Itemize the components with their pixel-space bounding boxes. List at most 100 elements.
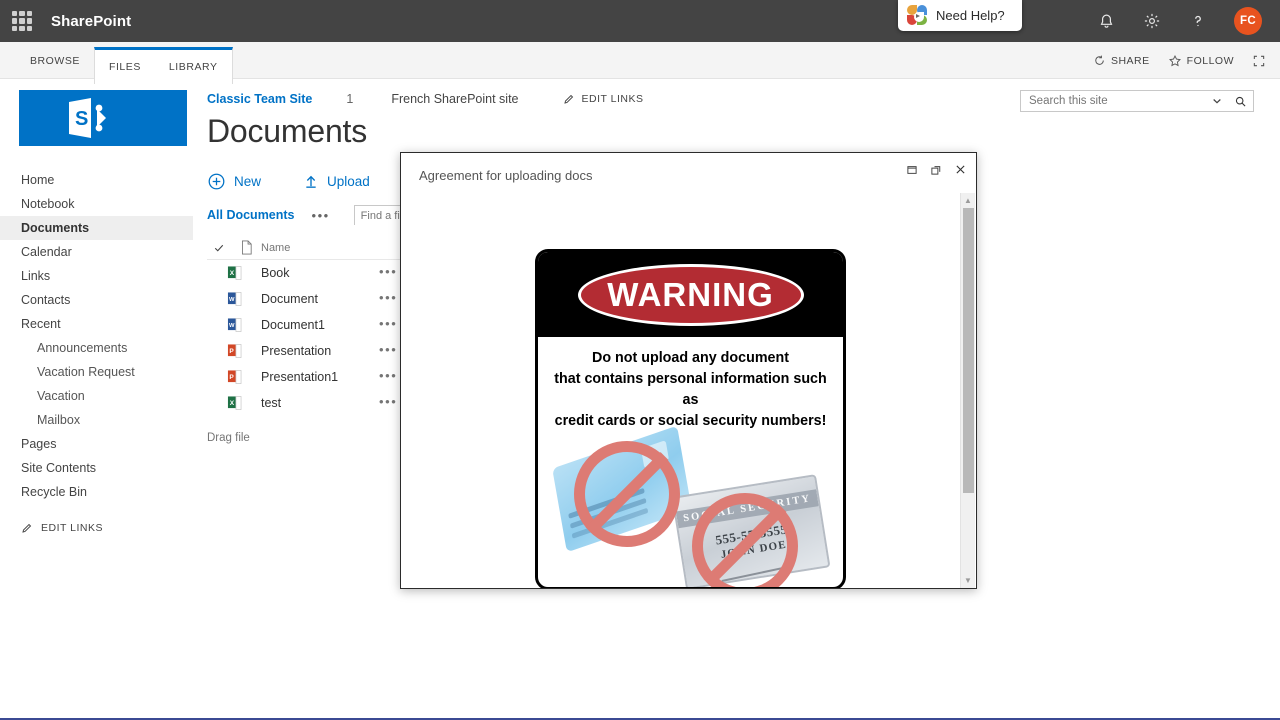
file-name[interactable]: test: [261, 396, 281, 410]
warning-line-1: Do not upload any document: [592, 350, 789, 366]
nav-link-french-site[interactable]: French SharePoint site: [391, 92, 518, 106]
row-menu-ellipsis[interactable]: •••: [379, 316, 397, 331]
dialog-scrollbar[interactable]: ▲ ▼: [960, 193, 975, 588]
tab-library[interactable]: LIBRARY: [155, 50, 232, 84]
row-menu-ellipsis[interactable]: •••: [379, 264, 397, 279]
top-navigation-links: Classic Team Site 1 French SharePoint si…: [207, 92, 644, 106]
top-edit-links-button[interactable]: EDIT LINKS: [563, 93, 644, 105]
upload-button[interactable]: Upload: [303, 173, 370, 190]
file-name[interactable]: Book: [261, 266, 290, 280]
sidebar-item-documents[interactable]: Documents: [0, 216, 193, 240]
sidebar-edit-links-button[interactable]: EDIT LINKS: [0, 522, 193, 534]
sidebar-item-calendar[interactable]: Calendar: [0, 240, 193, 264]
sidebar-item-label: Calendar: [21, 245, 72, 259]
row-menu-ellipsis[interactable]: •••: [379, 368, 397, 383]
nav-link-one[interactable]: 1: [346, 92, 353, 106]
sidebar-item-site-contents[interactable]: Site Contents: [0, 456, 193, 480]
settings-gear-icon[interactable]: [1142, 11, 1162, 31]
sidebar-item-notebook[interactable]: Notebook: [0, 192, 193, 216]
sidebar-item-contacts[interactable]: Contacts: [0, 288, 193, 312]
file-name[interactable]: Presentation1: [261, 370, 338, 384]
row-menu-ellipsis[interactable]: •••: [379, 290, 397, 305]
sidebar-item-links[interactable]: Links: [0, 264, 193, 288]
svg-text:W: W: [229, 297, 235, 303]
svg-text:X: X: [229, 270, 234, 277]
close-icon[interactable]: [954, 163, 967, 176]
sidebar-item-mailbox[interactable]: Mailbox: [0, 408, 193, 432]
file-name[interactable]: Presentation: [261, 344, 331, 358]
app-launcher-icon[interactable]: [12, 11, 32, 31]
powerpoint-file-icon: P: [207, 369, 261, 385]
table-row[interactable]: X Book •••: [207, 260, 403, 286]
drag-files-hint: Drag file: [207, 432, 250, 444]
table-row[interactable]: P Presentation •••: [207, 338, 403, 364]
sidebar-item-label: Recycle Bin: [21, 485, 87, 499]
need-help-widget[interactable]: Need Help?: [898, 0, 1022, 31]
pencil-icon: [563, 94, 573, 104]
plus-circle-icon: [208, 173, 225, 190]
file-name[interactable]: Document1: [261, 318, 325, 332]
row-menu-ellipsis[interactable]: •••: [379, 394, 397, 409]
suite-bar-actions: FC: [1096, 7, 1262, 35]
share-button[interactable]: SHARE: [1093, 54, 1150, 67]
view-selector-all-documents[interactable]: All Documents: [207, 208, 295, 222]
sidebar-item-label: Mailbox: [37, 413, 81, 427]
nav-link-classic-team-site[interactable]: Classic Team Site: [207, 92, 312, 106]
sharepoint-logo[interactable]: S: [19, 90, 187, 146]
warning-sign-image: WARNING Do not upload any document that …: [535, 249, 846, 588]
excel-file-icon: X: [207, 395, 261, 411]
scroll-up-icon[interactable]: ▲: [961, 193, 975, 208]
sidebar-item-recent[interactable]: Recent: [0, 312, 193, 336]
table-row[interactable]: W Document •••: [207, 286, 403, 312]
view-more-menu[interactable]: •••: [312, 208, 330, 223]
follow-button[interactable]: FOLLOW: [1168, 54, 1234, 68]
scrollbar-thumb[interactable]: [963, 208, 974, 493]
need-help-label: Need Help?: [936, 8, 1005, 23]
sidebar-item-vacation[interactable]: Vacation: [0, 384, 193, 408]
word-file-icon: W: [207, 291, 261, 307]
sidebar-item-home[interactable]: Home: [0, 168, 193, 192]
svg-text:P: P: [229, 374, 234, 381]
pencil-icon: [22, 523, 32, 533]
sidebar-item-pages[interactable]: Pages: [0, 432, 193, 456]
sidebar-item-announcements[interactable]: Announcements: [0, 336, 193, 360]
follow-label: FOLLOW: [1186, 54, 1234, 67]
excel-file-icon: X: [207, 265, 261, 281]
warning-line-3: credit cards or social security numbers!: [554, 413, 827, 430]
maximize-icon[interactable]: [906, 164, 918, 176]
file-name[interactable]: Document: [261, 292, 318, 306]
scrollbar-track[interactable]: [961, 208, 975, 573]
table-row[interactable]: X test •••: [207, 390, 403, 416]
chevron-down-icon[interactable]: [1206, 96, 1228, 106]
new-button[interactable]: New: [207, 172, 261, 191]
sharepoint-logo-icon: S: [69, 98, 106, 138]
select-all-checkmark-icon[interactable]: [207, 242, 231, 254]
focus-on-content-icon[interactable]: [1252, 54, 1266, 68]
avatar[interactable]: FC: [1234, 7, 1262, 35]
document-list: Name X Book ••• W Document ••• W Documen…: [207, 236, 403, 416]
dialog-window-controls: [906, 163, 967, 176]
search-input[interactable]: [1021, 95, 1206, 107]
help-icon[interactable]: [1188, 11, 1208, 31]
notifications-icon[interactable]: [1096, 11, 1116, 31]
sidebar-item-vacation-request[interactable]: Vacation Request: [0, 360, 193, 384]
row-menu-ellipsis[interactable]: •••: [379, 342, 397, 357]
warning-message: Do not upload any document that contains…: [538, 337, 843, 439]
suite-title[interactable]: SharePoint: [51, 13, 131, 30]
svg-text:X: X: [229, 400, 234, 407]
open-in-new-window-icon[interactable]: [930, 164, 942, 176]
tab-browse[interactable]: BROWSE: [16, 42, 94, 79]
dialog-content: WARNING Do not upload any document that …: [402, 193, 962, 588]
tab-files[interactable]: FILES: [95, 50, 155, 84]
table-row[interactable]: P Presentation1 •••: [207, 364, 403, 390]
column-header-name[interactable]: Name: [261, 242, 290, 254]
sidebar-item-label: Recent: [21, 317, 61, 331]
scroll-down-icon[interactable]: ▼: [961, 573, 975, 588]
table-row[interactable]: W Document1 •••: [207, 312, 403, 338]
prohibited-items-illustration: SOCIAL SECURITY 555-55-5555 JOHN DOE: [538, 425, 843, 587]
ribbon-tabs: BROWSE FILES LIBRARY: [16, 42, 233, 84]
suite-bar: SharePoint FC: [0, 0, 1280, 42]
sidebar-item-recycle-bin[interactable]: Recycle Bin: [0, 480, 193, 504]
document-type-icon[interactable]: [231, 240, 261, 255]
search-icon[interactable]: [1228, 95, 1253, 108]
